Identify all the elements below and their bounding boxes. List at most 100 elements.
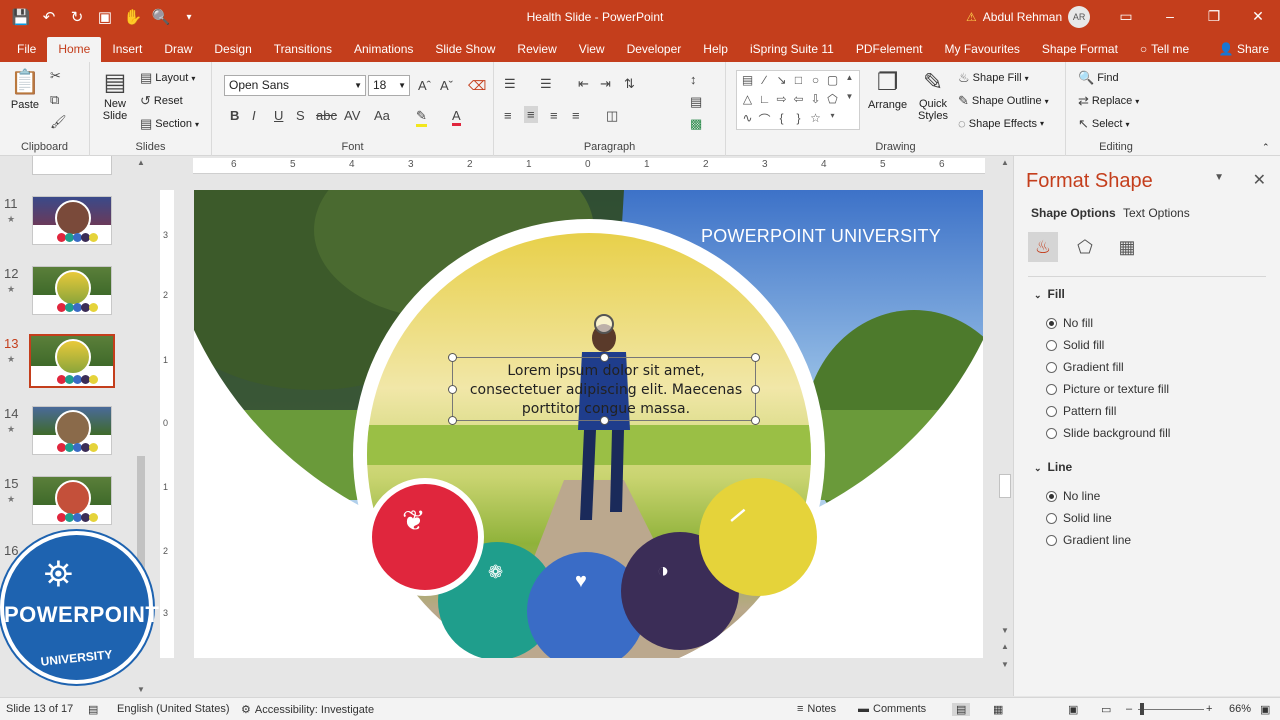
resize-handle[interactable] xyxy=(751,353,760,362)
tab-ispring[interactable]: iSpring Suite 11 xyxy=(739,37,845,62)
thumbnail-13[interactable]: 13 ★ xyxy=(0,334,140,392)
decrease-indent-button[interactable]: ⇤ xyxy=(578,76,589,92)
scroll-up-icon[interactable]: ▲ xyxy=(137,158,145,167)
more-shapes-icon[interactable]: ▾ xyxy=(824,111,841,130)
picture-fill-option[interactable]: Picture or texture fill xyxy=(1046,382,1169,396)
connector-shape-icon[interactable]: ∟ xyxy=(756,92,773,111)
gradient-fill-option[interactable]: Gradient fill xyxy=(1046,360,1124,374)
restore-icon[interactable]: ❐ xyxy=(1192,0,1236,32)
paste-button[interactable]: 📋 Paste xyxy=(10,68,40,111)
shrink-font-button[interactable]: Aˇ xyxy=(440,78,453,93)
tab-home[interactable]: Home xyxy=(47,37,102,62)
no-line-option[interactable]: No line xyxy=(1046,489,1100,503)
underline-button[interactable]: U xyxy=(274,108,283,123)
section-button[interactable]: ▤ Section ▾ xyxy=(140,116,199,132)
rectangle-shape-icon[interactable]: □ xyxy=(790,73,807,92)
numbering-button[interactable]: ☰ xyxy=(540,76,552,92)
textbox-body[interactable]: Lorem ipsum dolor sit amet, consectetuer… xyxy=(461,362,751,419)
shape-effects-button[interactable]: ◌ Shape Effects ▾ xyxy=(958,116,1044,131)
resize-handle[interactable] xyxy=(448,416,457,425)
spacing-button[interactable]: AV xyxy=(344,108,360,123)
shadow-button[interactable]: S xyxy=(296,108,305,123)
align-left-button[interactable]: ≡ xyxy=(504,108,512,123)
normal-view-button[interactable]: ▤ xyxy=(952,703,971,716)
pentagon-shape-icon[interactable]: ⬠ xyxy=(824,92,841,111)
language-indicator[interactable]: English (United States) xyxy=(117,703,230,715)
increase-indent-button[interactable]: ⇥ xyxy=(600,76,611,92)
scroll-thumb[interactable] xyxy=(999,474,1011,498)
layout-button[interactable]: ▤ Layout ▾ xyxy=(140,70,195,86)
spellcheck-icon[interactable]: ▤ xyxy=(88,703,98,716)
line-spacing-button[interactable]: ⇅ xyxy=(624,76,635,92)
radio-button[interactable] xyxy=(1046,405,1057,417)
radio-button[interactable] xyxy=(1046,427,1057,439)
change-case-button[interactable]: Aa xyxy=(374,108,390,123)
slide-scrollbar[interactable]: ▲ ▼ ▲ ▼ xyxy=(997,156,1013,696)
red-circle[interactable]: ❦ xyxy=(366,478,484,596)
tab-animations[interactable]: Animations xyxy=(343,37,424,62)
scroll-thumb[interactable] xyxy=(137,456,145,576)
textbox-shape-icon[interactable]: ▤ xyxy=(739,73,756,92)
columns-button[interactable]: ◫ xyxy=(606,108,618,124)
font-size-select[interactable]: 18 ▼ xyxy=(368,75,410,96)
share-button[interactable]: 👤 Share xyxy=(1208,37,1280,62)
arrange-button[interactable]: ❐ Arrange xyxy=(868,68,907,111)
shape-fill-button[interactable]: ♨ Shape Fill ▾ xyxy=(958,70,1029,86)
ribbon-display-icon[interactable]: ▭ xyxy=(1104,0,1148,32)
gallery-up-icon[interactable]: ▲ xyxy=(841,73,858,92)
triangle-shape-icon[interactable]: △ xyxy=(739,92,756,111)
radio-button[interactable] xyxy=(1046,383,1057,395)
arc-shape-icon[interactable]: ⌒ xyxy=(756,111,773,130)
solid-fill-option[interactable]: Solid fill xyxy=(1046,338,1104,352)
clear-format-button[interactable]: ⌫ xyxy=(468,78,486,94)
left-arrow-shape-icon[interactable]: ⇦ xyxy=(790,92,807,111)
effects-pentagon-icon[interactable]: ⬠ xyxy=(1070,232,1100,262)
gradient-line-option[interactable]: Gradient line xyxy=(1046,533,1131,547)
tell-me-search[interactable]: ○ Tell me xyxy=(1129,37,1200,62)
zoom-slider[interactable] xyxy=(1138,709,1204,710)
thumbnail-11[interactable]: 11 ★ xyxy=(0,196,140,252)
arrow-line-shape-icon[interactable]: ↘ xyxy=(773,73,790,92)
radio-button[interactable] xyxy=(1046,339,1057,351)
scroll-down-icon[interactable]: ▼ xyxy=(1001,626,1009,635)
rounded-rect-shape-icon[interactable]: ▢ xyxy=(824,73,841,92)
line-section-header[interactable]: ⌄ Line xyxy=(1034,460,1072,474)
fill-section-header[interactable]: ⌄ Fill xyxy=(1034,287,1065,301)
replace-button[interactable]: ⇄ Replace ▾ xyxy=(1078,93,1139,109)
pane-options-icon[interactable]: ▼ xyxy=(1214,172,1224,183)
cut-button[interactable]: ✂ xyxy=(50,68,61,84)
align-text-button[interactable]: ▤ xyxy=(690,94,702,110)
strikethrough-button[interactable]: abc xyxy=(316,108,337,123)
accessibility-checker[interactable]: ⚙ Accessibility: Investigate xyxy=(241,703,374,717)
tab-draw[interactable]: Draw xyxy=(153,37,203,62)
align-center-button[interactable]: ≡ xyxy=(524,106,538,123)
shape-outline-button[interactable]: ✎ Shape Outline ▾ xyxy=(958,93,1049,109)
tab-design[interactable]: Design xyxy=(203,37,262,62)
tab-review[interactable]: Review xyxy=(506,37,567,62)
reading-view-button[interactable]: ▣ xyxy=(1068,703,1078,716)
brace-left-shape-icon[interactable]: { xyxy=(773,111,790,130)
scroll-down-icon[interactable]: ▼ xyxy=(137,685,145,694)
select-button[interactable]: ↖ Select ▾ xyxy=(1078,116,1130,132)
font-color-button[interactable]: A xyxy=(452,108,461,126)
bullets-button[interactable]: ☰ xyxy=(504,76,516,92)
slide-sorter-button[interactable]: ▦ xyxy=(993,703,1003,716)
resize-handle[interactable] xyxy=(751,385,760,394)
star-shape-icon[interactable]: ☆ xyxy=(807,111,824,130)
tab-shape-format[interactable]: Shape Format xyxy=(1031,37,1129,62)
yellow-circle[interactable]: ⚊ xyxy=(699,478,817,596)
pane-close-icon[interactable]: ✕ xyxy=(1253,170,1266,190)
previous-slide-icon[interactable]: ▲ xyxy=(1001,642,1009,651)
notes-button[interactable]: ≡ Notes xyxy=(797,703,836,715)
text-direction-button[interactable]: ↕ xyxy=(690,72,697,87)
selected-textbox[interactable]: Lorem ipsum dolor sit amet, consectetuer… xyxy=(448,314,760,425)
resize-handle[interactable] xyxy=(448,385,457,394)
minimize-icon[interactable]: – xyxy=(1148,0,1192,32)
italic-button[interactable]: I xyxy=(252,108,256,123)
down-arrow-shape-icon[interactable]: ⇩ xyxy=(807,92,824,111)
oval-shape-icon[interactable]: ○ xyxy=(807,73,824,92)
radio-button[interactable] xyxy=(1046,361,1057,373)
fill-line-icon[interactable]: ♨ xyxy=(1028,232,1058,262)
zoom-out-button[interactable]: – xyxy=(1126,703,1132,715)
slide-canvas[interactable]: POWERPOINT UNIVERSITY Lorem ipsum dolor … xyxy=(194,190,983,658)
